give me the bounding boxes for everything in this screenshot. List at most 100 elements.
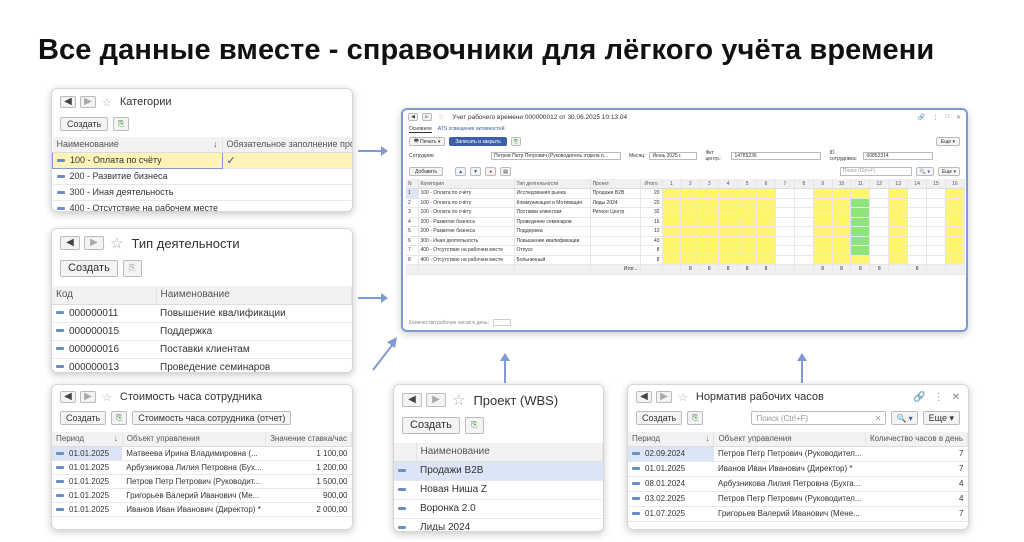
back-button[interactable]: ◀ [60, 391, 76, 403]
hours-per-day-field[interactable] [492, 319, 511, 326]
table-row[interactable]: 6 300 - Иная деятельность Повышение квалиф… [406, 236, 966, 246]
day-cell[interactable] [794, 188, 814, 199]
forward-button[interactable]: ▶ [80, 96, 96, 108]
day-cell[interactable] [926, 245, 946, 256]
day-cell[interactable] [775, 198, 795, 208]
day-cell[interactable] [907, 226, 928, 237]
day-cell[interactable] [869, 226, 890, 237]
day-cell[interactable] [718, 217, 739, 227]
column-header[interactable]: 15 [926, 179, 946, 189]
column-header[interactable]: 4 [718, 179, 739, 189]
day-cell[interactable] [775, 255, 795, 265]
cell-type[interactable]: Больничный [514, 255, 591, 265]
day-cell[interactable] [869, 255, 890, 265]
day-cell[interactable] [794, 217, 814, 227]
cell-total[interactable]: 8 [640, 255, 663, 265]
day-cell[interactable] [813, 188, 833, 199]
day-cell[interactable] [737, 236, 758, 246]
day-cell[interactable] [756, 207, 776, 218]
day-cell[interactable] [813, 226, 833, 237]
day-cell[interactable] [869, 236, 890, 246]
table-row[interactable]: 000000011 Повышение квалификации [52, 304, 352, 323]
cell-proj[interactable] [590, 217, 641, 227]
table-row[interactable]: 7 400 - Отсутствие на рабочем месте Отпуск… [406, 245, 966, 256]
table-row[interactable]: 01.01.2025 Арбузникова Лилия Петровна (Бу… [52, 460, 352, 475]
clear-icon[interactable]: ✕ [875, 414, 882, 423]
cell-total[interactable]: 12 [640, 226, 663, 237]
more-button[interactable]: Еще ▾ [935, 137, 960, 146]
day-cell[interactable] [662, 217, 682, 227]
star-icon[interactable]: ☆ [452, 391, 465, 409]
day-cell[interactable] [907, 255, 928, 265]
star-icon[interactable]: ☆ [110, 234, 123, 252]
day-cell[interactable] [813, 255, 833, 265]
day-cell[interactable] [794, 207, 814, 218]
day-cell[interactable] [926, 236, 946, 246]
table-row[interactable]: 200 - Развитие бизнеса [52, 168, 352, 185]
tab-main[interactable]: Основное [409, 126, 432, 133]
day-cell[interactable] [813, 207, 833, 218]
day-cell[interactable] [680, 226, 701, 237]
cell-total[interactable]: 43 [640, 236, 663, 246]
table-row[interactable]: 3 100 - Оплата по счёту Поставки клиентам Р… [406, 207, 966, 218]
cell-proj[interactable]: Регион Центр [590, 207, 641, 218]
column-header[interactable]: 11 [850, 179, 871, 189]
day-cell[interactable] [662, 207, 682, 218]
column-header[interactable] [394, 443, 417, 462]
cell-cat[interactable]: 300 - Иная деятельность [418, 236, 515, 246]
day-cell[interactable] [832, 207, 852, 218]
table-row[interactable]: 01.01.2025 Петров Петр Петрович (Руководи… [52, 474, 352, 489]
table-row[interactable]: 02.09.2024 Петров Петр Петрович (Руководи… [628, 446, 968, 462]
cell-n[interactable]: 5 [406, 226, 419, 237]
day-cell[interactable] [926, 217, 946, 227]
day-cell[interactable] [699, 245, 720, 256]
month-field[interactable]: Июнь 2025 г. [649, 152, 698, 160]
cell-type[interactable]: Поддержка [514, 226, 591, 237]
cell-cat[interactable]: 400 - Отсутствие на рабочем месте [418, 255, 515, 265]
cell-proj[interactable] [590, 255, 641, 265]
cell-proj[interactable]: Лиды 2024 [590, 198, 641, 208]
table-row[interactable]: 01.01.2025 Григорьев Валерий Иванович (Ме… [52, 488, 352, 503]
day-cell[interactable] [945, 207, 966, 218]
day-cell[interactable] [718, 226, 739, 237]
search-button[interactable]: 🔍 ▾ [891, 411, 918, 425]
cell-n[interactable]: 4 [406, 217, 419, 227]
day-cell[interactable] [794, 245, 814, 256]
back-button[interactable]: ◀ [60, 236, 80, 250]
day-cell[interactable] [945, 217, 966, 227]
day-cell[interactable] [907, 245, 928, 256]
day-cell[interactable] [888, 245, 909, 256]
table-row[interactable]: 08.01.2024 Арбузникова Лилия Петровна (Бу… [628, 476, 968, 492]
copy-icon[interactable]: ⎘ [122, 259, 142, 277]
day-cell[interactable] [699, 217, 720, 227]
day-cell[interactable] [662, 236, 682, 246]
forward-button[interactable]: ▶ [422, 113, 432, 121]
day-cell[interactable] [832, 198, 852, 208]
day-cell[interactable] [926, 198, 946, 208]
column-header[interactable]: 16 [945, 179, 966, 189]
tab-ats[interactable]: АТS освещение активностей [438, 126, 505, 133]
forward-button[interactable]: ▶ [426, 393, 446, 407]
day-cell[interactable] [888, 255, 909, 265]
day-cell[interactable] [813, 198, 833, 208]
cell-type[interactable]: Проведение семинаров [514, 217, 591, 227]
column-header[interactable]: Итого [640, 179, 663, 189]
day-cell[interactable] [850, 188, 871, 199]
forward-button[interactable]: ▶ [80, 391, 96, 403]
cell-total[interactable]: 16 [640, 217, 663, 227]
day-cell[interactable] [699, 198, 720, 208]
column-header[interactable]: 3 [699, 179, 720, 189]
more-vert-icon[interactable]: ⋮ [932, 114, 938, 121]
create-button[interactable]: Создать [402, 416, 460, 434]
move-down-button[interactable]: ▼ [470, 167, 482, 176]
cell-proj[interactable] [590, 245, 641, 256]
table-row[interactable]: 01.01.2025 Иванов Иван Иванович (Директор… [52, 502, 352, 517]
column-header[interactable]: 5 [737, 179, 758, 189]
day-cell[interactable] [945, 226, 966, 237]
table-row[interactable]: Новая Ниша Z [394, 480, 603, 500]
create-button[interactable]: Создать [636, 411, 683, 425]
save-icon[interactable]: ⎘ [510, 137, 521, 146]
cell-proj[interactable] [590, 236, 641, 246]
search-input[interactable]: Поиск (Ctrl+F) ✕ [751, 411, 887, 425]
day-cell[interactable] [775, 217, 795, 227]
